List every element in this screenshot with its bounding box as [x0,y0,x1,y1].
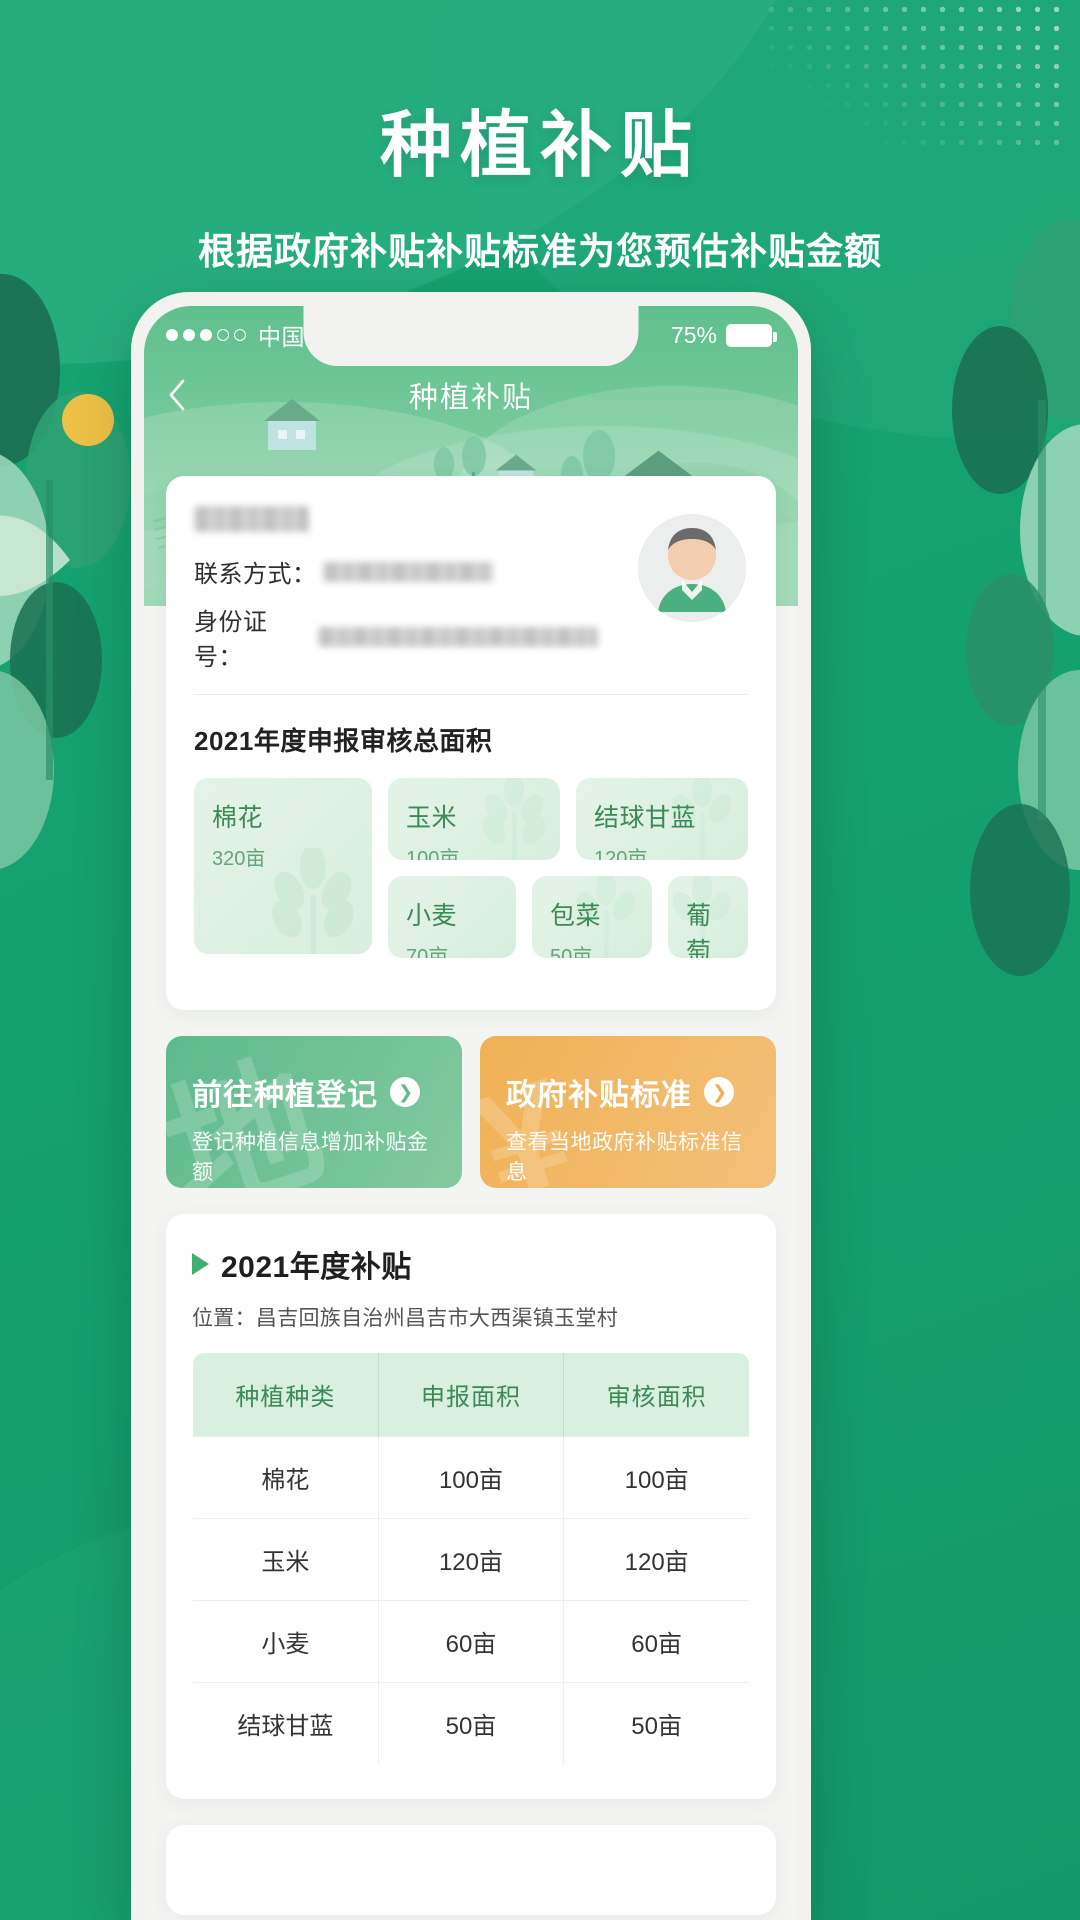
contact-row: 联系方式： [194,554,598,589]
battery-percent-label: 75% [670,321,717,348]
subsidy-heading-label: 2021年度补贴 [221,1251,412,1284]
cell-approved: 100亩 [563,1436,749,1519]
action-subtitle: 查看当地政府补贴标准信息 [506,1131,743,1184]
crop-tile-pakchoi[interactable]: 包菜 50亩 [532,876,652,958]
cell-crop: 棉花 [193,1436,379,1519]
crop-tile-name: 葡萄 [686,902,712,958]
next-card-peek [166,1825,776,1915]
chevron-right-circle-icon: ❯ [390,1077,420,1107]
crop-tile-row: 玉米 100亩 结球甘蓝 120亩 [388,778,748,860]
user-name-redacted [194,506,309,532]
chevron-right-circle-icon: ❯ [704,1077,734,1107]
crop-tile-area: 120亩 [594,848,648,860]
subsidy-heading-row: 2021年度补贴 [192,1242,750,1286]
crop-tile-area: 100亩 [406,848,460,860]
crop-tile-cabbage[interactable]: 结球甘蓝 120亩 [576,778,748,860]
planting-registration-button[interactable]: 地 前往种植登记 ❯ 登记种植信息增加补贴金额 [166,1036,462,1188]
subsidy-standard-button[interactable]: ¥ 政府补贴标准 ❯ 查看当地政府补贴标准信息 [480,1036,776,1188]
app-navbar: 种植补贴 [144,364,798,426]
action-subtitle: 登记种植信息增加补贴金额 [192,1131,429,1184]
crop-tile-name: 包菜 [550,902,602,930]
app-content-scroll[interactable]: 联系方式： 身份证号： 2021年度申报审核总面积 棉花 320亩 玉米 100… [144,306,798,1920]
crop-tile-area: 70亩 [406,946,449,958]
triangle-marker-icon [192,1253,209,1275]
crop-tile-name: 结球甘蓝 [594,804,697,832]
cell-declared: 50亩 [378,1682,565,1764]
action-title-row: 前往种植登记 ❯ [192,1070,436,1114]
crop-tile-column-right: 玉米 100亩 结球甘蓝 120亩 小麦 70亩 包菜 50亩 葡萄 [388,778,748,958]
crop-tile-cotton[interactable]: 棉花 320亩 [194,778,372,954]
table-col-declared-area: 申报面积 [378,1353,565,1437]
cell-declared: 100亩 [378,1436,565,1519]
action-buttons: 地 前往种植登记 ❯ 登记种植信息增加补贴金额 ¥ 政府补贴标准 ❯ 查看当地政… [166,1036,776,1188]
page-title: 种植补贴 [379,106,700,186]
page-subtitle: 根据政府补贴补贴标准为您预估补贴金额 [198,231,882,272]
back-button[interactable] [144,378,210,412]
id-label: 身份证号： [194,609,268,671]
foliage-right-decoration [952,220,1080,976]
table-row: 棉花 100亩 100亩 [193,1436,749,1519]
crop-tile-name: 小麦 [406,902,458,930]
crop-tile-grape[interactable]: 葡萄 150亩 [668,876,748,958]
crop-tile-row: 小麦 70亩 包菜 50亩 葡萄 [388,876,748,958]
phone-notch [303,306,639,366]
action-title-row: 政府补贴标准 ❯ [506,1070,750,1114]
crop-tile-name: 玉米 [406,804,458,832]
cell-approved: 120亩 [563,1518,749,1601]
battery-icon [726,323,777,347]
location-value: 昌吉回族自治州昌吉市大西渠镇玉堂村 [255,1307,619,1330]
avatar [638,514,746,622]
subsidy-detail-card: 2021年度补贴 位置：昌吉回族自治州昌吉市大西渠镇玉堂村 种植种类 申报面积 … [166,1214,776,1799]
cell-approved: 50亩 [563,1682,749,1764]
cell-approved: 60亩 [563,1600,749,1683]
cell-declared: 60亩 [378,1600,565,1683]
phone-mockup: 中国移 75% 种植补贴 联系方式： 身份证号： 2021年度申报审核总面积 棉… [131,292,811,1920]
crop-tile-name: 棉花 [212,804,264,832]
table-row: 玉米 120亩 120亩 [193,1518,749,1601]
cell-declared: 120亩 [378,1518,565,1601]
crop-tile-area: 320亩 [212,848,266,870]
location-label: 位置： [192,1307,256,1330]
status-bar-right: 75% [670,321,777,349]
contact-label: 联系方式： [194,561,317,588]
table-col-approved-area: 审核面积 [563,1353,749,1437]
cell-crop: 玉米 [193,1518,379,1601]
location-row: 位置：昌吉回族自治州昌吉市大西渠镇玉堂村 [192,1302,750,1332]
table-header-row: 种植种类 申报面积 审核面积 [193,1353,749,1437]
subsidy-table: 种植种类 申报面积 审核面积 棉花 100亩 100亩 玉米 120亩 120亩… [192,1352,750,1765]
table-row: 小麦 60亩 60亩 [193,1600,749,1683]
phone-screen: 中国移 75% 种植补贴 联系方式： 身份证号： 2021年度申报审核总面积 棉… [144,306,798,1920]
id-row: 身份证号： [194,602,598,672]
table-col-crop-type: 种植种类 [193,1353,379,1437]
table-row: 结球甘蓝 50亩 50亩 [193,1682,749,1764]
crop-tile-wheat[interactable]: 小麦 70亩 [388,876,516,958]
action-title-label: 政府补贴标准 [506,1079,692,1112]
action-title-label: 前往种植登记 [192,1079,378,1112]
user-avatar-icon [638,514,746,622]
area-section-title: 2021年度申报审核总面积 [194,726,493,756]
contact-value-redacted [322,561,493,582]
cell-crop: 小麦 [193,1600,379,1683]
cell-crop: 结球甘蓝 [193,1682,379,1764]
signal-strength-icon [166,329,246,341]
crop-tile-corn[interactable]: 玉米 100亩 [388,778,560,860]
crop-tiles-grid: 棉花 320亩 玉米 100亩 结球甘蓝 120亩 小麦 70亩 包菜 50亩 … [194,778,748,984]
crop-tile-column-left: 棉花 320亩 [194,778,372,958]
chevron-left-icon [169,379,185,411]
crop-tile-area: 50亩 [550,946,593,958]
user-info-card: 联系方式： 身份证号： 2021年度申报审核总面积 棉花 320亩 玉米 100… [166,476,776,1010]
navbar-title: 种植补贴 [408,382,533,414]
id-value-redacted [318,627,598,647]
hero-header: 种植补贴 根据政府补贴补贴标准为您预估补贴金额 [0,0,1080,275]
